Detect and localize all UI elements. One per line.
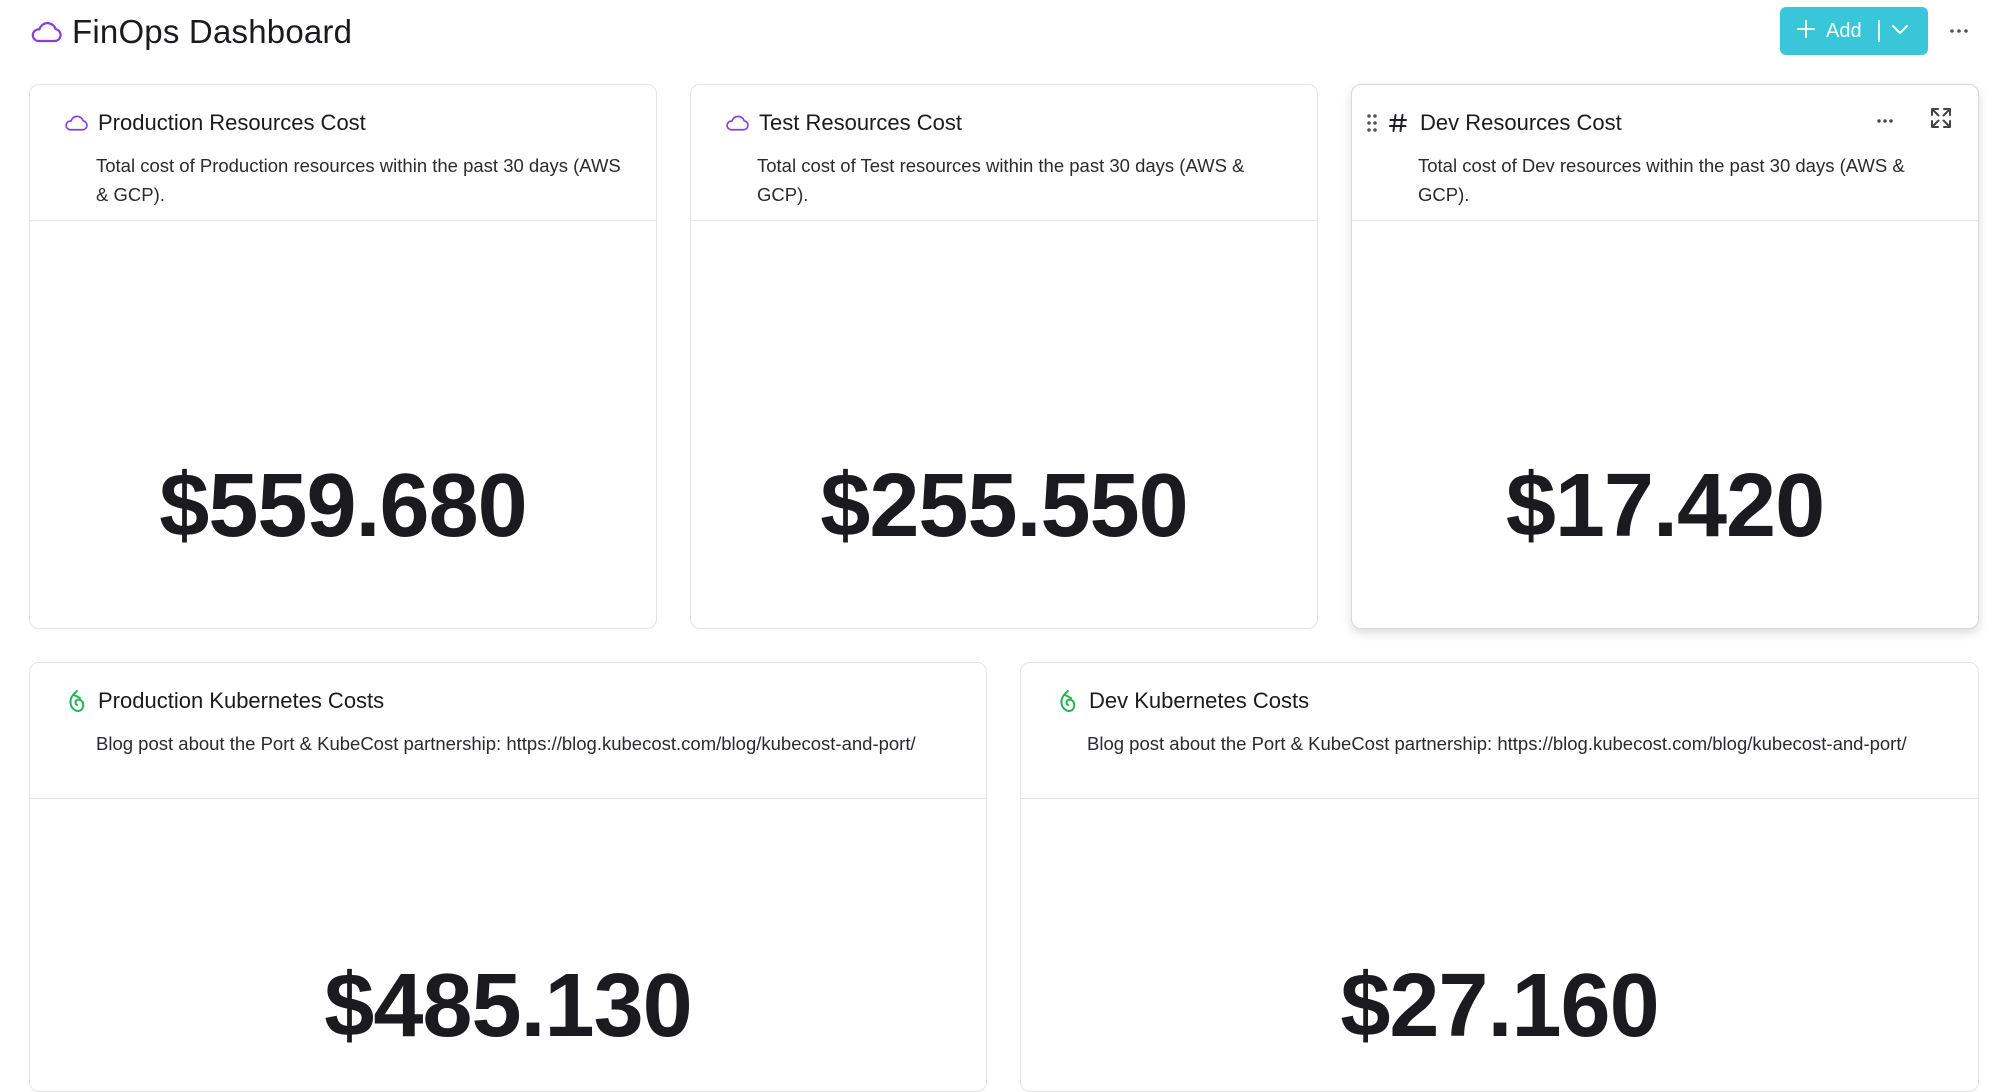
widget-description: Blog post about the Port & KubeCost part… [96,733,916,754]
more-horizontal-icon [1876,111,1894,129]
widget-value: $559.680 [159,456,527,556]
add-dropdown-toggle[interactable] [1880,7,1920,55]
widget-title: Dev Kubernetes Costs [1089,688,1310,713]
widget-dev-resources-cost[interactable]: Dev Resources Cost Total cost of Dev res… [1351,84,1979,629]
widget-title-row: Production Resources Cost [64,107,622,139]
hash-icon [1386,111,1410,135]
widget-header: Production Kubernetes Costs Blog post ab… [30,663,986,799]
widget-value: $255.550 [820,456,1188,556]
widget-header: Dev Kubernetes Costs Blog post about the… [1021,663,1978,799]
widget-title-row: Production Kubernetes Costs [64,685,952,717]
widget-title: Production Resources Cost [98,110,366,135]
widget-title-row: Dev Resources Cost [1386,107,1944,139]
plus-icon [1796,19,1816,44]
add-button[interactable]: Add [1780,7,1928,55]
kubecost-icon [64,689,88,713]
widget-value: $27.160 [1340,956,1659,1056]
page-title: FinOps Dashboard [72,13,353,50]
widget-description: Blog post about the Port & KubeCost part… [1087,733,1907,754]
kubecost-icon [1055,689,1079,713]
add-button-label: Add [1826,19,1862,42]
widget-more-button[interactable] [1870,105,1900,135]
widget-header: Production Resources Cost Total cost of … [30,85,656,221]
widget-production-kubernetes-costs[interactable]: Production Kubernetes Costs Blog post ab… [29,662,987,1092]
add-main-action[interactable]: Add [1780,7,1862,55]
widget-description: Total cost of Dev resources within the p… [1418,155,1905,205]
widget-title: Dev Resources Cost [1420,110,1622,135]
widget-title-row: Dev Kubernetes Costs [1055,685,1944,717]
widget-title-row: Test Resources Cost [725,107,1283,139]
widget-description: Total cost of Test resources within the … [757,155,1245,205]
widget-dev-kubernetes-costs[interactable]: Dev Kubernetes Costs Blog post about the… [1020,662,1979,1092]
widget-header: Dev Resources Cost Total cost of Dev res… [1352,85,1978,221]
widget-header: Test Resources Cost Total cost of Test r… [691,85,1317,221]
widget-title: Production Kubernetes Costs [98,688,385,713]
more-horizontal-icon [1949,21,1969,39]
cloud-icon [30,16,62,48]
chevron-down-icon [1891,22,1909,40]
cloud-icon [725,111,749,135]
expand-icon [1930,107,1952,134]
page-more-button[interactable] [1943,14,1975,46]
cloud-icon [64,111,88,135]
widget-description: Total cost of Production resources withi… [96,155,621,205]
widget-value: $17.420 [1505,456,1825,556]
widget-toolbar [1870,105,1956,135]
dashboard-header: FinOps Dashboard Add [0,0,1999,72]
widget-test-resources-cost[interactable]: Test Resources Cost Total cost of Test r… [690,84,1318,629]
widget-production-resources-cost[interactable]: Production Resources Cost Total cost of … [29,84,657,629]
widget-expand-button[interactable] [1926,105,1956,135]
widget-value: $485.130 [324,956,692,1056]
page-title-group: FinOps Dashboard [30,10,352,54]
widget-title: Test Resources Cost [759,110,962,135]
